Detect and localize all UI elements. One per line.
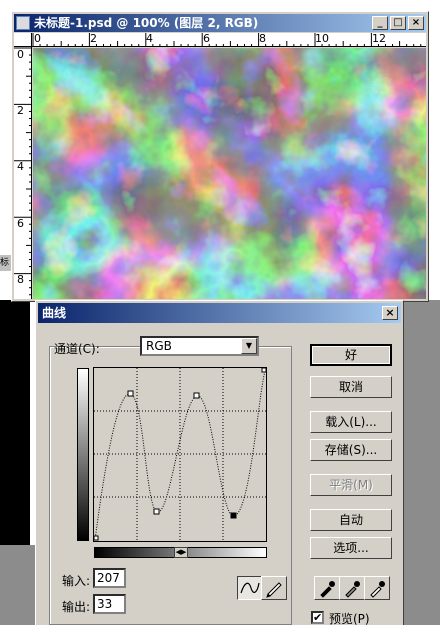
ruler-label: 0 (34, 33, 41, 45)
save-button[interactable]: 存储(S)... (310, 439, 392, 461)
ruler-label: 10 (315, 33, 329, 45)
background-left (0, 300, 30, 545)
check-icon: ✔ (313, 611, 323, 624)
white-eyedropper-button[interactable] (364, 576, 390, 600)
output-label: 输出: (62, 600, 91, 614)
image-canvas[interactable] (33, 48, 426, 299)
ruler-origin[interactable] (14, 33, 32, 47)
curve-grid (93, 367, 267, 541)
chevron-down-icon[interactable]: ▼ (241, 338, 257, 354)
ruler-ticks (14, 47, 31, 296)
curve-tool-icon (240, 582, 260, 594)
options-button[interactable]: 选项... (310, 537, 392, 559)
ok-button[interactable]: 好 (310, 344, 392, 366)
curve-tool-button[interactable] (237, 576, 263, 600)
dialog-title: 曲线 (42, 306, 67, 320)
ruler-label: 8 (259, 33, 266, 45)
photoshop-document-icon (16, 16, 30, 30)
input-label: 输入: (62, 574, 91, 588)
auto-button[interactable]: 自动 (310, 509, 392, 531)
curve-point[interactable] (153, 508, 160, 515)
ruler-label: 4 (17, 160, 24, 173)
curve-point-selected[interactable] (230, 512, 237, 519)
ruler-label: 2 (17, 104, 24, 117)
output-field[interactable]: 33 (93, 594, 126, 614)
preview-label: 预览(P) (329, 612, 370, 626)
document-title-bar[interactable]: 未标题-1.psd @ 100% (图层 2, RGB) _ □ × (14, 14, 426, 32)
black-eyedropper-button[interactable] (314, 576, 340, 600)
maximize-button[interactable]: □ (390, 16, 406, 30)
pencil-icon (266, 582, 282, 598)
gray-eyedropper-icon (345, 581, 360, 598)
gray-eyedropper-button[interactable] (339, 576, 365, 600)
ruler-label: 12 (372, 33, 386, 45)
channel-dropdown[interactable]: RGB ▼ (140, 336, 259, 356)
pencil-tool-button[interactable] (261, 576, 287, 600)
input-gradient-bar: ◀▶ (94, 547, 267, 558)
smooth-button[interactable]: 平滑(M) (310, 474, 392, 496)
ruler-label: 0 (17, 48, 24, 61)
dialog-close-button[interactable]: × (382, 306, 398, 320)
ruler-label: 4 (146, 33, 153, 45)
ruler-label: 8 (17, 273, 24, 286)
ruler-label: 6 (17, 217, 24, 230)
ruler-label: 2 (90, 33, 97, 45)
document-window[interactable]: 未标题-1.psd @ 100% (图层 2, RGB) _ □ × 0 2 4… (11, 11, 429, 302)
output-gradient-bar (77, 368, 89, 541)
load-button[interactable]: 载入(L)... (310, 411, 392, 433)
background-right (404, 300, 440, 625)
close-button[interactable]: × (408, 16, 424, 30)
white-eyedropper-icon (370, 581, 385, 598)
preview-checkbox[interactable]: ✔ (311, 611, 324, 624)
clouds-texture (33, 48, 426, 299)
black-eyedropper-icon (320, 581, 335, 598)
vertical-ruler[interactable]: 0 2 4 6 8 (14, 47, 32, 299)
document-title: 未标题-1.psd @ 100% (图层 2, RGB) (34, 16, 259, 30)
channel-label: 通道(C): (54, 342, 100, 356)
curve-point[interactable] (127, 390, 134, 397)
channel-value: RGB (146, 339, 172, 353)
minimize-button[interactable]: _ (372, 16, 388, 30)
curve-endpoint[interactable] (93, 535, 99, 541)
curves-dialog-title-bar[interactable]: 曲线 × (38, 303, 401, 323)
gradient-toggle-icon[interactable]: ◀▶ (174, 547, 188, 558)
input-field[interactable]: 207 (93, 568, 126, 588)
side-panel-tab[interactable]: 标 (0, 255, 11, 271)
horizontal-ruler[interactable]: 0 2 4 6 8 10 12 (32, 33, 426, 47)
curve-point[interactable] (193, 392, 200, 399)
ruler-label: 6 (203, 33, 210, 45)
curve-endpoint[interactable] (261, 367, 267, 373)
cancel-button[interactable]: 取消 (310, 376, 392, 398)
curve-graph[interactable] (93, 367, 267, 542)
